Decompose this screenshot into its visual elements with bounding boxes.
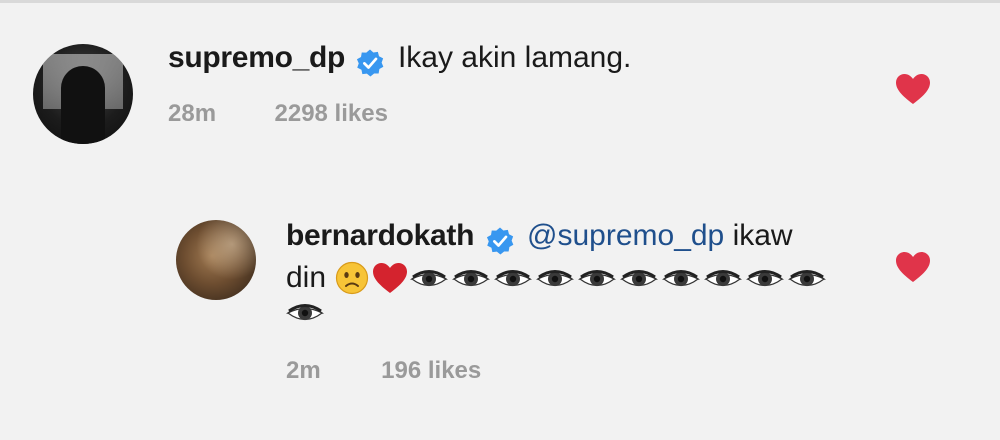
avatar[interactable] bbox=[176, 220, 256, 300]
eye-emoji-icon bbox=[746, 270, 785, 287]
eye-emoji-icon bbox=[578, 270, 617, 287]
eye-emoji-icon bbox=[494, 270, 533, 287]
avatar-photo bbox=[176, 220, 256, 300]
eye-emoji-icon bbox=[410, 270, 449, 287]
likes-count[interactable]: 196 likes bbox=[381, 357, 481, 384]
comment-line-continued: din bbox=[286, 260, 830, 296]
top-divider bbox=[0, 0, 1000, 3]
verified-badge-icon bbox=[357, 49, 384, 77]
eye-emoji-icon bbox=[662, 270, 701, 287]
comment-line: bernardokath @supremo_dp ikaw bbox=[286, 219, 793, 256]
verified-badge-icon bbox=[486, 227, 513, 255]
comment-meta: 2m 196 likes bbox=[286, 357, 481, 385]
comment-text: ikaw bbox=[724, 219, 793, 252]
comment-meta: 28m 2298 likes bbox=[168, 100, 388, 128]
eye-emoji-icon bbox=[788, 270, 827, 287]
username[interactable]: supremo_dp bbox=[168, 41, 345, 74]
username[interactable]: bernardokath bbox=[286, 219, 474, 252]
eye-emoji-icon bbox=[620, 270, 659, 287]
comment-line: supremo_dp Ikay akin lamang. bbox=[168, 41, 631, 78]
timestamp[interactable]: 2m bbox=[286, 357, 321, 384]
red-heart-emoji-icon bbox=[373, 263, 408, 293]
avatar[interactable] bbox=[33, 44, 133, 144]
avatar-figure bbox=[61, 66, 105, 144]
eye-emoji-icon bbox=[286, 304, 324, 321]
likes-count[interactable]: 2298 likes bbox=[275, 100, 388, 127]
frowning-face-emoji-icon bbox=[336, 261, 369, 295]
comment-line-continued-2 bbox=[286, 300, 328, 329]
timestamp[interactable]: 28m bbox=[168, 100, 216, 127]
eye-emoji-icon bbox=[452, 270, 491, 287]
eye-emoji-icon bbox=[536, 270, 575, 287]
like-heart-icon[interactable] bbox=[895, 251, 931, 283]
like-heart-icon[interactable] bbox=[895, 73, 931, 105]
comment-text-continued: din bbox=[286, 261, 335, 294]
eye-emoji-row bbox=[410, 266, 830, 290]
mention-link[interactable]: @supremo_dp bbox=[527, 219, 724, 252]
comment-text: Ikay akin lamang. bbox=[397, 41, 632, 74]
eye-emoji-icon bbox=[704, 270, 743, 287]
